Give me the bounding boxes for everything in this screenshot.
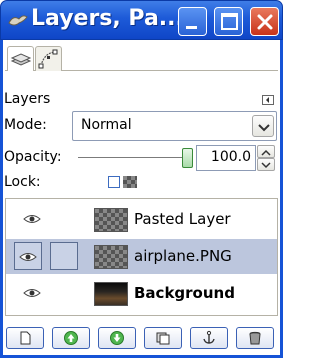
opacity-input[interactable]: 100.0 [196,145,256,171]
lower-layer-icon [110,331,124,345]
layer-name[interactable]: Pasted Layer [134,210,231,228]
raise-layer-icon [64,331,78,345]
window-title: Layers, Pa... [31,6,184,31]
panel-menu-icon[interactable] [262,95,274,105]
delete-layer-button[interactable] [236,327,274,349]
layers-tab-icon [10,53,32,66]
minimize-icon [186,26,197,29]
layer-row[interactable]: Background [6,276,277,311]
alpha-lock-icon [123,176,137,188]
layer-row-selected[interactable]: airplane.PNG [6,239,277,274]
spin-down-icon [261,162,271,169]
mode-dropdown[interactable]: Normal [72,111,277,141]
visibility-toggle[interactable] [14,242,42,270]
opacity-slider-handle[interactable] [182,148,193,168]
eye-icon [19,253,37,261]
tab-layers[interactable] [7,46,34,71]
duplicate-layer-button[interactable] [144,327,182,349]
opacity-value: 100.0 [210,149,251,165]
opacity-slider-track[interactable] [78,157,188,158]
mode-dropdown-arrow[interactable] [252,115,274,137]
layer-name[interactable]: airplane.PNG [134,247,232,265]
tab-paths[interactable] [35,46,62,71]
new-layer-button[interactable] [6,327,44,349]
opacity-label: Opacity: [4,149,62,165]
layer-name[interactable]: Background [134,284,235,302]
layer-thumbnail [94,208,128,232]
lock-label: Lock: [4,174,41,190]
close-button[interactable] [250,7,279,36]
panel-header: Layers [4,91,51,107]
chevron-down-icon [258,124,270,132]
paths-tab-icon [38,49,58,69]
maximize-icon [221,13,238,30]
raise-layer-button[interactable] [52,327,90,349]
dock-tab-strip [5,43,278,71]
lower-layer-button[interactable] [98,327,136,349]
gimp-wilber-icon [8,15,28,26]
eye-icon[interactable] [23,287,41,299]
layer-thumbnail [94,245,128,269]
title-bar[interactable]: Layers, Pa... [0,0,283,40]
duplicate-layer-icon [156,332,170,345]
lock-alpha-checkbox[interactable] [108,176,120,188]
mode-label: Mode: [4,117,47,133]
maximize-button[interactable] [214,7,243,36]
layers-toolbar [6,327,277,351]
minimize-button[interactable] [178,7,207,36]
layer-thumbnail [94,282,128,306]
delete-layer-icon [249,331,261,345]
spin-up-icon [261,149,271,156]
anchor-layer-icon [203,330,215,344]
spin-up-button[interactable] [257,145,275,158]
new-layer-icon [20,331,31,345]
close-icon [257,14,273,30]
layer-row[interactable]: Pasted Layer [6,202,277,237]
eye-icon[interactable] [23,213,41,225]
chain-toggle[interactable] [50,242,78,270]
spin-down-button[interactable] [257,158,275,171]
anchor-layer-button[interactable] [190,327,228,349]
layers-list: Pasted Layer airplane.PNG Background [5,198,278,316]
opacity-spinner[interactable] [257,145,275,171]
mode-value: Normal [81,117,132,133]
